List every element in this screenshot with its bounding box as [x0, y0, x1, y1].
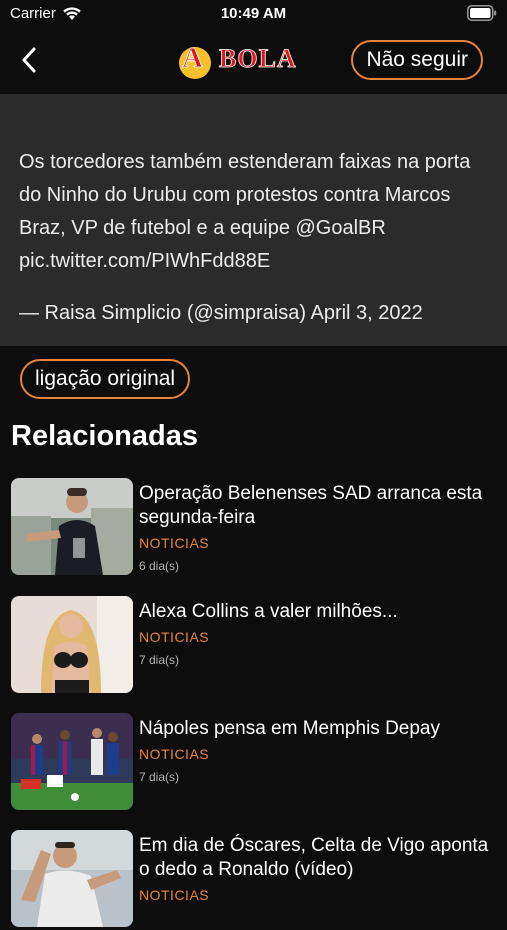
related-item[interactable]: Nápoles pensa em Memphis Depay NOTICIAS … [0, 713, 507, 813]
tweet-attribution[interactable]: — Raisa Simplicio (@simpraisa) April 3, … [19, 299, 489, 327]
article-thumbnail [11, 596, 133, 693]
article-title: Em dia de Óscares, Celta de Vigo aponta … [139, 835, 489, 880]
embedded-tweet: Os torcedores também estenderam faixas n… [0, 94, 507, 346]
article-thumbnail [11, 713, 133, 810]
back-button[interactable] [14, 42, 44, 78]
unfollow-button[interactable]: Não seguir [351, 40, 483, 80]
related-item[interactable]: Em dia de Óscares, Celta de Vigo aponta … [0, 830, 507, 930]
battery-icon [467, 5, 497, 21]
article-title: Nápoles pensa em Memphis Depay [139, 718, 440, 739]
chevron-left-icon [22, 47, 36, 73]
svg-text:A: A [182, 42, 203, 74]
svg-text:BOLA: BOLA [219, 44, 297, 73]
article-time: 7 dia(s) [139, 770, 180, 784]
article-category: NOTICIAS [139, 887, 210, 903]
related-item[interactable]: Operação Belenenses SAD arranca esta seg… [0, 478, 507, 578]
article-time: 6 dia(s) [139, 559, 180, 573]
status-bar: Carrier 10:49 AM [0, 0, 507, 28]
article-category: NOTICIAS [139, 629, 210, 645]
related-section-title: Relacionadas [11, 420, 198, 452]
original-link-button[interactable]: ligação original [20, 359, 191, 399]
article-thumbnail [11, 830, 133, 927]
tweet-body: Os torcedores também estenderam faixas n… [19, 151, 471, 239]
status-time: 10:49 AM [220, 5, 287, 22]
article-category: NOTICIAS [139, 535, 210, 551]
article-time: 7 dia(s) [139, 653, 180, 667]
tweet-pic-link[interactable]: pic.twitter.com/PIWhFdd88E [19, 245, 489, 278]
a-bola-logo: A BOLA [179, 42, 297, 79]
article-title: Alexa Collins a valer milhões... [139, 601, 398, 622]
article-category: NOTICIAS [139, 746, 210, 762]
tweet-text: Os torcedores também estenderam faixas n… [19, 146, 489, 278]
article-title: Operação Belenenses SAD arranca esta seg… [139, 483, 483, 528]
article-thumbnail [11, 478, 133, 575]
related-item[interactable]: Alexa Collins a valer milhões... NOTICIA… [0, 596, 507, 696]
nav-bar: A BOLA Não seguir [0, 28, 507, 92]
